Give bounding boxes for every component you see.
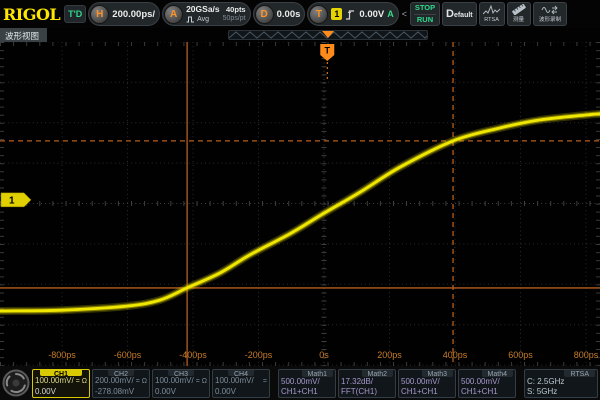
- channel-box-math1[interactable]: Math1500.00mV/CH1+CH1: [278, 369, 336, 398]
- channel-box-math3[interactable]: Math3500.00mV/CH1+CH1: [398, 369, 456, 398]
- x-axis-label: 600ps: [508, 350, 533, 360]
- measure-label: 测量: [513, 17, 524, 23]
- delay-group[interactable]: D 0.00s: [253, 2, 306, 26]
- channel-box-math4[interactable]: Math4500.00mV/CH1+CH1: [458, 369, 516, 398]
- channel-scale: 100.00mV/: [155, 376, 194, 386]
- x-axis-label: -800ps: [48, 350, 76, 360]
- channel-coupling-icons: = Ω: [196, 377, 207, 387]
- channel-offset: FFT(CH1): [341, 387, 393, 396]
- x-axis-label: -400ps: [179, 350, 207, 360]
- delay-value: 0.00s: [277, 9, 301, 20]
- waveform-display-area[interactable]: T 1 -800ps -600ps -400ps -200ps 0s 200ps 400ps 60…: [0, 42, 600, 366]
- top-toolbar: RIGOL T'D H 200.00ps/ A 20GSa/s Avg 40pt…: [0, 0, 600, 28]
- sample-rate: 20GSa/s: [186, 5, 220, 14]
- channel-boxes: CH1100.00mV/= Ω0.00VCH2200.00mV/= Ω-278.…: [32, 369, 598, 398]
- x-axis-label: -200ps: [245, 350, 273, 360]
- x-axis-label: 400ps: [443, 350, 468, 360]
- stop-label: STOP: [415, 4, 435, 12]
- menu-gear-icon[interactable]: [2, 369, 30, 397]
- rtsa-button[interactable]: RTSA: [479, 2, 505, 26]
- run-label: RUN: [417, 16, 433, 24]
- trigger-group[interactable]: T 1 0.00V A: [307, 2, 398, 26]
- horizontal-knob[interactable]: H: [90, 5, 109, 24]
- x-axis-label: 800ps: [574, 350, 599, 360]
- channel-offset: CH1+CH1: [401, 387, 453, 396]
- timebase-value: 200.00ps/: [112, 9, 155, 20]
- x-axis-label: 200ps: [377, 350, 402, 360]
- measure-button[interactable]: 测量: [507, 2, 531, 26]
- svg-text:1: 1: [9, 195, 15, 206]
- channel-box-rtsa[interactable]: RTSAC: 2.5GHzS: 5GHz: [524, 369, 598, 398]
- trigger-source-badge: 1: [331, 8, 342, 20]
- channel-status-bar: CH1100.00mV/= Ω0.00VCH2200.00mV/= Ω-278.…: [0, 366, 600, 400]
- default-button[interactable]: Default: [442, 2, 477, 26]
- trigger-level: 0.00V: [359, 9, 384, 20]
- channel-coupling-icons: =: [263, 377, 267, 387]
- trace-glow: [0, 114, 600, 311]
- channel-offset: CH1+CH1: [281, 387, 333, 396]
- channel-offset: CH1+CH1: [461, 387, 513, 396]
- channel-box-ch4[interactable]: CH4100.00mV/=0.00V: [212, 369, 270, 398]
- acq-mode-label: Avg: [197, 16, 209, 23]
- waveform-record-label: 波形录制: [539, 16, 561, 22]
- acquisition-knob[interactable]: A: [164, 5, 183, 24]
- sub-header-row: 波形视图: [0, 28, 600, 42]
- x-axis-label: 0s: [319, 350, 329, 360]
- navigator-zigzag: [229, 31, 427, 39]
- delay-knob[interactable]: D: [255, 5, 274, 24]
- rtsa-label: RTSA: [484, 16, 499, 22]
- trigger-knob[interactable]: T: [309, 5, 328, 24]
- navigator-trigger-icon: [322, 31, 334, 38]
- channel-tab-label: Math1: [302, 370, 333, 377]
- channel-tab-label: RTSA: [564, 370, 595, 377]
- channel-box-ch3[interactable]: CH3100.00mV/= Ω0.00V: [152, 369, 210, 398]
- collapse-chevron-icon[interactable]: <: [401, 9, 408, 19]
- spectrum-icon: [483, 5, 501, 15]
- channel-offset: 0.00V: [215, 387, 267, 396]
- svg-text:T: T: [325, 46, 331, 56]
- wave-record-icon: [541, 5, 559, 15]
- channel-scale: 17.32dB/: [341, 377, 373, 387]
- channel-scale: 500.00mV/: [461, 377, 500, 387]
- channel-offset: -278.08mV: [95, 387, 147, 396]
- channel-tab-label: Math2: [362, 370, 393, 377]
- ch1-trace: [0, 114, 600, 311]
- channel-coupling-icons: = Ω: [136, 377, 147, 387]
- channel-coupling-icons: = Ω: [76, 377, 87, 387]
- channel-box-math2[interactable]: Math217.32dB/FFT(CH1): [338, 369, 396, 398]
- channel-scale: 100.00mV/: [215, 376, 254, 386]
- ruler-icon: [511, 4, 527, 15]
- channel-tab-label: Math3: [422, 370, 453, 377]
- trigger-status-badge: T'D: [64, 5, 86, 23]
- run-stop-button[interactable]: STOP RUN: [410, 2, 440, 26]
- channel-offset: 0.00V: [35, 387, 87, 396]
- horizontal-group[interactable]: H 200.00ps/: [88, 2, 160, 26]
- trace-glow: [0, 114, 600, 311]
- memory-depth: 40pts: [226, 6, 246, 14]
- channel-scale: 100.00mV/: [35, 376, 74, 386]
- waveform-record-button[interactable]: 波形录制: [533, 2, 567, 26]
- acquisition-group[interactable]: A 20GSa/s Avg 40pts 50ps/pt: [162, 2, 251, 26]
- acq-mode-icon: [186, 16, 195, 23]
- channel-box-ch1[interactable]: CH1100.00mV/= Ω0.00V: [32, 369, 90, 398]
- timebase-navigator[interactable]: [228, 30, 428, 40]
- channel-scale: 200.00mV/: [95, 376, 134, 386]
- channel-scale: 500.00mV/: [281, 377, 320, 387]
- channel-offset: 0.00V: [155, 387, 207, 396]
- channel-scale: 500.00mV/: [401, 377, 440, 387]
- rigol-logo: RIGOL: [1, 5, 62, 24]
- channel-scale: C: 2.5GHz: [527, 377, 564, 387]
- waveform-plot[interactable]: T 1 -800ps -600ps -400ps -200ps 0s 200ps 400ps 60…: [0, 42, 600, 366]
- x-axis-label: -600ps: [114, 350, 142, 360]
- channel-box-ch2[interactable]: CH2200.00mV/= Ω-278.08mV: [92, 369, 150, 398]
- trigger-sweep-mode: A: [387, 9, 394, 19]
- default-label: Default: [446, 8, 473, 20]
- rising-edge-icon: [345, 8, 356, 21]
- sample-resolution: 50ps/pt: [223, 15, 246, 22]
- channel-offset: S: 5GHz: [527, 387, 595, 396]
- channel-tab-label: Math4: [482, 370, 513, 377]
